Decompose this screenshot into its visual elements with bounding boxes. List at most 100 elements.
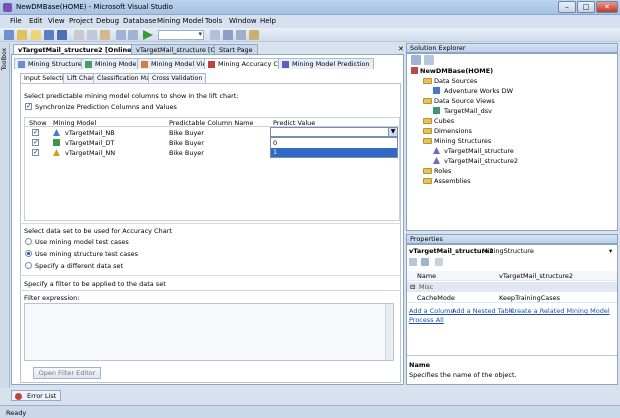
property-category[interactable]: ⊟ Misc bbox=[407, 282, 617, 292]
properties-object-type[interactable]: MiningStructure bbox=[482, 247, 534, 255]
tree-item[interactable]: Cubes bbox=[434, 117, 454, 125]
tab-mining-models[interactable]: Mining Models bbox=[81, 58, 146, 69]
menu-window[interactable]: Window bbox=[229, 17, 257, 25]
toolbox-label[interactable]: Toolbox bbox=[1, 48, 9, 71]
dataset-heading: Select data set to be used for Accuracy … bbox=[24, 227, 172, 235]
start-debug-icon[interactable] bbox=[143, 30, 153, 40]
tree-item[interactable]: Mining Structures bbox=[434, 137, 491, 145]
alphabetical-icon[interactable] bbox=[421, 258, 429, 266]
categorized-icon[interactable] bbox=[409, 258, 417, 266]
predictable-column: Bike Buyer bbox=[169, 149, 204, 157]
redo-icon[interactable] bbox=[128, 30, 138, 40]
divider bbox=[407, 355, 617, 356]
add-item-icon[interactable] bbox=[17, 30, 27, 40]
filter-scrollbar[interactable] bbox=[385, 304, 393, 360]
menu-view[interactable]: View bbox=[48, 17, 65, 25]
properties-icon[interactable] bbox=[236, 30, 246, 40]
radio-model-test-cases[interactable] bbox=[25, 238, 32, 245]
predict-value-list[interactable]: 0 1 bbox=[270, 137, 398, 158]
option-0[interactable]: 0 bbox=[271, 139, 397, 148]
radio-structure-test-cases[interactable] bbox=[25, 250, 32, 257]
menu-tools[interactable]: Tools bbox=[205, 17, 222, 25]
col-predictable-column: Predictable Column Name bbox=[169, 119, 254, 127]
property-value[interactable]: vTargetMail_structure2 bbox=[499, 272, 573, 280]
tree-item[interactable]: Data Source Views bbox=[434, 97, 495, 105]
tree-item[interactable]: Roles bbox=[434, 167, 451, 175]
tree-item[interactable]: Dimensions bbox=[434, 127, 472, 135]
open-file-icon[interactable] bbox=[31, 30, 41, 40]
tab-mining-model-prediction[interactable]: Mining Model Prediction bbox=[278, 58, 374, 69]
menu-edit[interactable]: Edit bbox=[29, 17, 43, 25]
cut-icon[interactable] bbox=[74, 30, 84, 40]
col-show: Show bbox=[29, 119, 47, 127]
models-icon bbox=[85, 61, 92, 68]
paste-icon[interactable] bbox=[100, 30, 110, 40]
property-value[interactable]: KeepTrainingCases bbox=[499, 294, 560, 302]
properties-object-name[interactable]: vTargetMail_structure2 bbox=[409, 247, 494, 255]
menu-mining-model[interactable]: Mining Model bbox=[157, 17, 204, 25]
minimize-button[interactable]: – bbox=[558, 1, 576, 13]
properties-view-icon[interactable] bbox=[411, 55, 421, 65]
maximize-button[interactable]: □ bbox=[577, 1, 595, 13]
link-create-related-model[interactable]: Create a Related Mining Model bbox=[510, 307, 610, 315]
subtab-cross-validation[interactable]: Cross Validation bbox=[148, 73, 207, 83]
prediction-icon bbox=[282, 61, 289, 68]
minus-icon[interactable]: ⊟ bbox=[410, 283, 415, 291]
model-name: vTargetMail_NN bbox=[65, 149, 116, 157]
data-source-view-icon bbox=[433, 107, 440, 114]
decision-tree-icon bbox=[53, 139, 60, 146]
save-icon[interactable] bbox=[44, 30, 54, 40]
save-all-icon[interactable] bbox=[57, 30, 67, 40]
toolbox-icon[interactable] bbox=[249, 30, 259, 40]
predict-value-dropdown[interactable]: ▼ bbox=[270, 127, 398, 137]
link-process-all[interactable]: Process All bbox=[409, 316, 444, 324]
show-checkbox[interactable] bbox=[32, 128, 39, 136]
folder-icon bbox=[423, 78, 432, 84]
property-pages-icon[interactable] bbox=[435, 258, 443, 266]
tab-mining-structure[interactable]: Mining Structure bbox=[14, 58, 86, 69]
tree-item[interactable]: NewDMBase(HOME) bbox=[420, 67, 493, 75]
chevron-down-icon[interactable]: ▼ bbox=[388, 128, 397, 136]
radio-different-data-set[interactable] bbox=[25, 262, 32, 269]
close-button[interactable]: ✕ bbox=[596, 1, 618, 13]
undo-icon[interactable] bbox=[116, 30, 126, 40]
tree-item[interactable]: Assemblies bbox=[434, 177, 471, 185]
doc-tab-structure2[interactable]: vTargetMail_structure2 [Online] bbox=[13, 44, 140, 54]
chevron-down-icon[interactable]: ▾ bbox=[609, 247, 612, 255]
solution-explorer-icon[interactable] bbox=[223, 30, 233, 40]
error-list-tab[interactable]: Error List bbox=[11, 390, 62, 401]
copy-icon[interactable] bbox=[87, 30, 97, 40]
tree-item[interactable]: vTargetMail_structure2 bbox=[444, 157, 518, 165]
toolbox-strip[interactable] bbox=[0, 43, 10, 388]
filter-expression-box[interactable] bbox=[24, 303, 394, 361]
sync-checkbox[interactable] bbox=[25, 102, 32, 110]
doc-tab-start-page[interactable]: Start Page bbox=[214, 44, 258, 54]
category-name: Misc bbox=[419, 283, 434, 291]
tree-item[interactable]: vTargetMail_structure bbox=[444, 147, 514, 155]
show-checkbox[interactable] bbox=[32, 148, 39, 156]
option-1[interactable]: 1 bbox=[271, 148, 397, 157]
menu-file[interactable]: File bbox=[10, 17, 22, 25]
open-filter-editor-button[interactable]: Open Filter Editor bbox=[33, 367, 101, 379]
predictable-column: Bike Buyer bbox=[169, 139, 204, 147]
menu-project[interactable]: Project bbox=[69, 17, 93, 25]
status-bar: Ready bbox=[0, 405, 620, 418]
show-checkbox[interactable] bbox=[32, 138, 39, 146]
tree-item[interactable]: TargetMail_dsv bbox=[444, 107, 492, 115]
solution-config-combo[interactable] bbox=[158, 30, 204, 40]
new-project-icon[interactable] bbox=[4, 30, 14, 40]
refresh-icon[interactable] bbox=[424, 55, 434, 65]
link-add-column[interactable]: Add a Column bbox=[409, 307, 455, 315]
title-bar: NewDMBase(HOME) - Microsoft Visual Studi… bbox=[0, 0, 620, 15]
property-row[interactable]: Name vTargetMail_structure2 bbox=[407, 271, 617, 281]
menu-debug[interactable]: Debug bbox=[96, 17, 119, 25]
link-add-nested-table[interactable]: Add a Nested Table bbox=[452, 307, 515, 315]
menu-help[interactable]: Help bbox=[260, 17, 276, 25]
tree-item[interactable]: Data Sources bbox=[434, 77, 477, 85]
accuracy-chart-icon bbox=[208, 61, 215, 68]
tree-item[interactable]: Adventure Works DW bbox=[444, 87, 513, 95]
menu-database[interactable]: Database bbox=[123, 17, 156, 25]
close-document-icon[interactable]: ✕ bbox=[398, 45, 404, 53]
property-row[interactable]: CacheMode KeepTrainingCases bbox=[407, 293, 617, 303]
find-icon[interactable] bbox=[210, 30, 220, 40]
